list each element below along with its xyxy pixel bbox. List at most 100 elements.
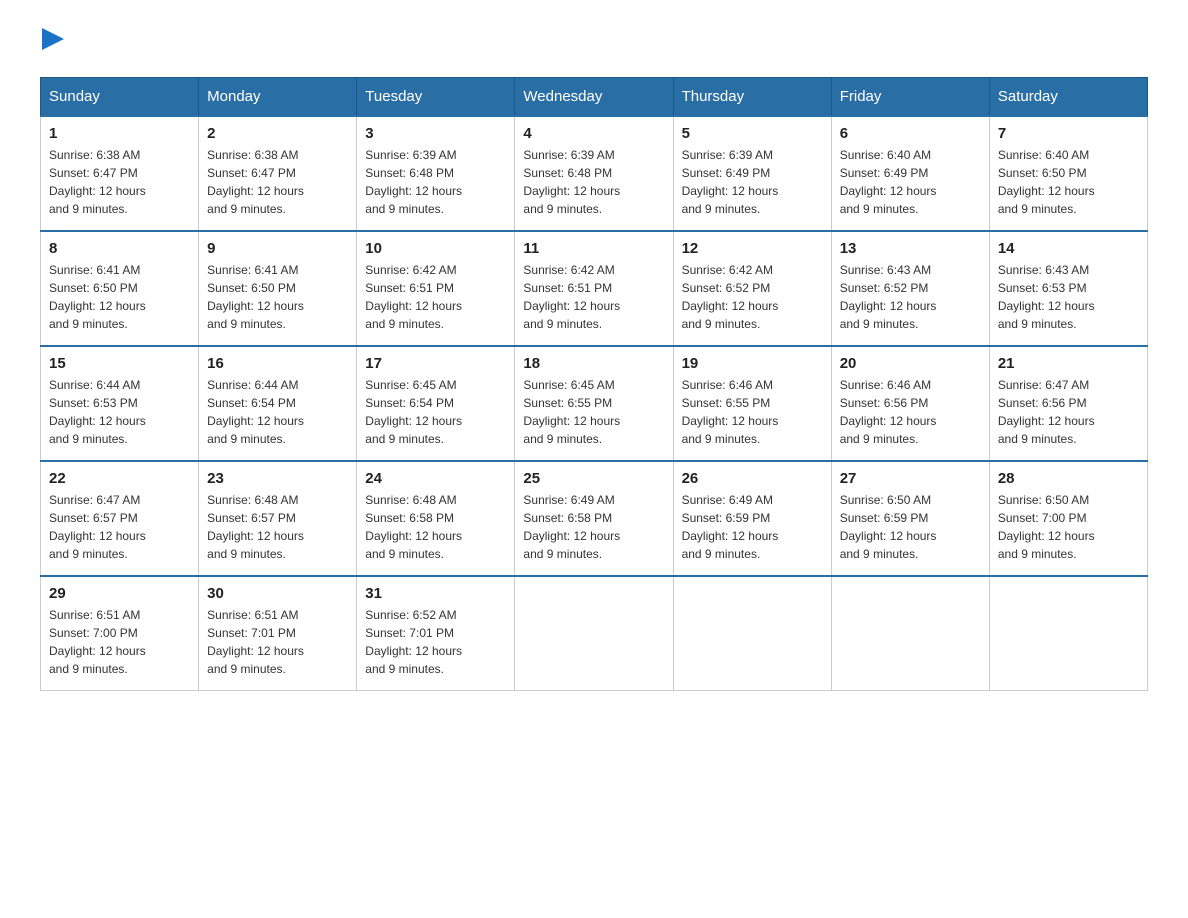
day-number: 15 [49, 355, 190, 372]
day-number: 24 [365, 470, 506, 487]
calendar-cell: 1 Sunrise: 6:38 AM Sunset: 6:47 PM Dayli… [41, 116, 199, 231]
day-number: 18 [523, 355, 664, 372]
day-number: 12 [682, 240, 823, 257]
day-info: Sunrise: 6:50 AM Sunset: 7:00 PM Dayligh… [998, 491, 1139, 563]
calendar-cell [673, 576, 831, 691]
calendar-cell: 2 Sunrise: 6:38 AM Sunset: 6:47 PM Dayli… [199, 116, 357, 231]
day-number: 23 [207, 470, 348, 487]
day-number: 10 [365, 240, 506, 257]
day-number: 2 [207, 125, 348, 142]
calendar-cell: 6 Sunrise: 6:40 AM Sunset: 6:49 PM Dayli… [831, 116, 989, 231]
calendar-cell: 22 Sunrise: 6:47 AM Sunset: 6:57 PM Dayl… [41, 461, 199, 576]
day-info: Sunrise: 6:44 AM Sunset: 6:54 PM Dayligh… [207, 376, 348, 448]
day-info: Sunrise: 6:42 AM Sunset: 6:52 PM Dayligh… [682, 261, 823, 333]
day-number: 1 [49, 125, 190, 142]
weekday-header: Thursday [673, 78, 831, 117]
day-number: 31 [365, 585, 506, 602]
calendar-cell: 20 Sunrise: 6:46 AM Sunset: 6:56 PM Dayl… [831, 346, 989, 461]
day-info: Sunrise: 6:39 AM Sunset: 6:48 PM Dayligh… [523, 146, 664, 218]
calendar-cell: 23 Sunrise: 6:48 AM Sunset: 6:57 PM Dayl… [199, 461, 357, 576]
weekday-header: Friday [831, 78, 989, 117]
day-info: Sunrise: 6:50 AM Sunset: 6:59 PM Dayligh… [840, 491, 981, 563]
day-info: Sunrise: 6:47 AM Sunset: 6:57 PM Dayligh… [49, 491, 190, 563]
calendar-cell: 15 Sunrise: 6:44 AM Sunset: 6:53 PM Dayl… [41, 346, 199, 461]
day-info: Sunrise: 6:41 AM Sunset: 6:50 PM Dayligh… [207, 261, 348, 333]
day-info: Sunrise: 6:38 AM Sunset: 6:47 PM Dayligh… [49, 146, 190, 218]
day-info: Sunrise: 6:49 AM Sunset: 6:59 PM Dayligh… [682, 491, 823, 563]
calendar-table: SundayMondayTuesdayWednesdayThursdayFrid… [40, 77, 1148, 691]
day-info: Sunrise: 6:46 AM Sunset: 6:55 PM Dayligh… [682, 376, 823, 448]
calendar-cell: 26 Sunrise: 6:49 AM Sunset: 6:59 PM Dayl… [673, 461, 831, 576]
day-info: Sunrise: 6:46 AM Sunset: 6:56 PM Dayligh… [840, 376, 981, 448]
calendar-cell: 14 Sunrise: 6:43 AM Sunset: 6:53 PM Dayl… [989, 231, 1147, 346]
day-number: 17 [365, 355, 506, 372]
day-info: Sunrise: 6:40 AM Sunset: 6:49 PM Dayligh… [840, 146, 981, 218]
calendar-cell: 31 Sunrise: 6:52 AM Sunset: 7:01 PM Dayl… [357, 576, 515, 691]
weekday-header: Sunday [41, 78, 199, 117]
calendar-cell: 10 Sunrise: 6:42 AM Sunset: 6:51 PM Dayl… [357, 231, 515, 346]
day-number: 14 [998, 240, 1139, 257]
week-row: 1 Sunrise: 6:38 AM Sunset: 6:47 PM Dayli… [41, 116, 1148, 231]
calendar-cell: 11 Sunrise: 6:42 AM Sunset: 6:51 PM Dayl… [515, 231, 673, 346]
calendar-cell: 25 Sunrise: 6:49 AM Sunset: 6:58 PM Dayl… [515, 461, 673, 576]
day-number: 29 [49, 585, 190, 602]
day-number: 8 [49, 240, 190, 257]
calendar-cell: 3 Sunrise: 6:39 AM Sunset: 6:48 PM Dayli… [357, 116, 515, 231]
week-row: 15 Sunrise: 6:44 AM Sunset: 6:53 PM Dayl… [41, 346, 1148, 461]
calendar-cell [989, 576, 1147, 691]
calendar-cell: 12 Sunrise: 6:42 AM Sunset: 6:52 PM Dayl… [673, 231, 831, 346]
calendar-cell: 18 Sunrise: 6:45 AM Sunset: 6:55 PM Dayl… [515, 346, 673, 461]
calendar-cell: 9 Sunrise: 6:41 AM Sunset: 6:50 PM Dayli… [199, 231, 357, 346]
day-number: 9 [207, 240, 348, 257]
calendar-cell: 13 Sunrise: 6:43 AM Sunset: 6:52 PM Dayl… [831, 231, 989, 346]
day-info: Sunrise: 6:47 AM Sunset: 6:56 PM Dayligh… [998, 376, 1139, 448]
day-info: Sunrise: 6:52 AM Sunset: 7:01 PM Dayligh… [365, 606, 506, 678]
day-number: 19 [682, 355, 823, 372]
calendar-cell: 28 Sunrise: 6:50 AM Sunset: 7:00 PM Dayl… [989, 461, 1147, 576]
week-row: 8 Sunrise: 6:41 AM Sunset: 6:50 PM Dayli… [41, 231, 1148, 346]
day-number: 22 [49, 470, 190, 487]
calendar-header-row: SundayMondayTuesdayWednesdayThursdayFrid… [41, 78, 1148, 117]
calendar-cell: 29 Sunrise: 6:51 AM Sunset: 7:00 PM Dayl… [41, 576, 199, 691]
day-info: Sunrise: 6:39 AM Sunset: 6:49 PM Dayligh… [682, 146, 823, 218]
day-info: Sunrise: 6:45 AM Sunset: 6:55 PM Dayligh… [523, 376, 664, 448]
calendar-cell: 17 Sunrise: 6:45 AM Sunset: 6:54 PM Dayl… [357, 346, 515, 461]
logo-arrow-icon [42, 28, 64, 50]
day-info: Sunrise: 6:44 AM Sunset: 6:53 PM Dayligh… [49, 376, 190, 448]
calendar-cell: 30 Sunrise: 6:51 AM Sunset: 7:01 PM Dayl… [199, 576, 357, 691]
day-number: 5 [682, 125, 823, 142]
day-number: 16 [207, 355, 348, 372]
day-number: 28 [998, 470, 1139, 487]
day-info: Sunrise: 6:39 AM Sunset: 6:48 PM Dayligh… [365, 146, 506, 218]
weekday-header: Wednesday [515, 78, 673, 117]
day-number: 11 [523, 240, 664, 257]
calendar-cell: 27 Sunrise: 6:50 AM Sunset: 6:59 PM Dayl… [831, 461, 989, 576]
weekday-header: Tuesday [357, 78, 515, 117]
calendar-cell: 4 Sunrise: 6:39 AM Sunset: 6:48 PM Dayli… [515, 116, 673, 231]
day-number: 3 [365, 125, 506, 142]
day-number: 30 [207, 585, 348, 602]
week-row: 29 Sunrise: 6:51 AM Sunset: 7:00 PM Dayl… [41, 576, 1148, 691]
calendar-cell: 19 Sunrise: 6:46 AM Sunset: 6:55 PM Dayl… [673, 346, 831, 461]
calendar-cell: 7 Sunrise: 6:40 AM Sunset: 6:50 PM Dayli… [989, 116, 1147, 231]
day-info: Sunrise: 6:42 AM Sunset: 6:51 PM Dayligh… [523, 261, 664, 333]
calendar-cell [515, 576, 673, 691]
day-info: Sunrise: 6:43 AM Sunset: 6:53 PM Dayligh… [998, 261, 1139, 333]
day-info: Sunrise: 6:51 AM Sunset: 7:00 PM Dayligh… [49, 606, 190, 678]
day-info: Sunrise: 6:48 AM Sunset: 6:57 PM Dayligh… [207, 491, 348, 563]
day-number: 26 [682, 470, 823, 487]
calendar-cell: 24 Sunrise: 6:48 AM Sunset: 6:58 PM Dayl… [357, 461, 515, 576]
day-number: 13 [840, 240, 981, 257]
logo [40, 30, 64, 57]
day-info: Sunrise: 6:43 AM Sunset: 6:52 PM Dayligh… [840, 261, 981, 333]
calendar-cell: 21 Sunrise: 6:47 AM Sunset: 6:56 PM Dayl… [989, 346, 1147, 461]
day-info: Sunrise: 6:40 AM Sunset: 6:50 PM Dayligh… [998, 146, 1139, 218]
day-info: Sunrise: 6:51 AM Sunset: 7:01 PM Dayligh… [207, 606, 348, 678]
week-row: 22 Sunrise: 6:47 AM Sunset: 6:57 PM Dayl… [41, 461, 1148, 576]
day-info: Sunrise: 6:42 AM Sunset: 6:51 PM Dayligh… [365, 261, 506, 333]
calendar-cell: 5 Sunrise: 6:39 AM Sunset: 6:49 PM Dayli… [673, 116, 831, 231]
calendar-cell [831, 576, 989, 691]
calendar-cell: 16 Sunrise: 6:44 AM Sunset: 6:54 PM Dayl… [199, 346, 357, 461]
page-header [40, 30, 1148, 57]
day-info: Sunrise: 6:45 AM Sunset: 6:54 PM Dayligh… [365, 376, 506, 448]
